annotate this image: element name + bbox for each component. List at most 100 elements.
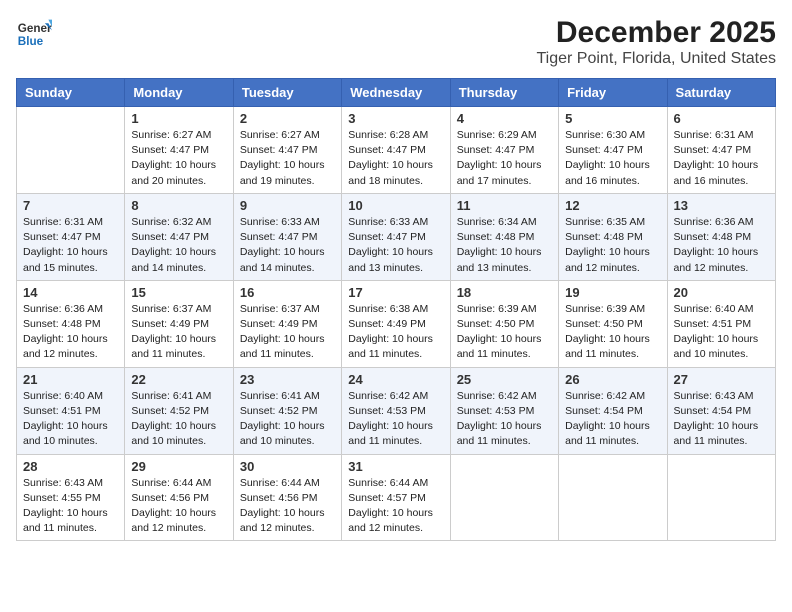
day-info: Sunrise: 6:33 AM Sunset: 4:47 PM Dayligh… [348,215,443,276]
day-info: Sunrise: 6:44 AM Sunset: 4:56 PM Dayligh… [131,476,226,537]
day-info: Sunrise: 6:40 AM Sunset: 4:51 PM Dayligh… [23,389,118,450]
calendar-cell: 8 Sunrise: 6:32 AM Sunset: 4:47 PM Daylig… [125,193,233,280]
day-number: 16 [240,285,335,300]
day-info: Sunrise: 6:39 AM Sunset: 4:50 PM Dayligh… [457,302,552,363]
day-info: Sunrise: 6:42 AM Sunset: 4:53 PM Dayligh… [457,389,552,450]
day-number: 6 [674,111,769,126]
calendar-cell: 11 Sunrise: 6:34 AM Sunset: 4:48 PM Dayli… [450,193,558,280]
calendar-cell: 12Sunrise: 6:35 AM Sunset: 4:48 PM Dayli… [559,193,667,280]
day-number: 3 [348,111,443,126]
weekday-header-tuesday: Tuesday [233,79,341,107]
calendar-cell: 27Sunrise: 6:43 AM Sunset: 4:54 PM Dayli… [667,367,775,454]
calendar-cell: 28 Sunrise: 6:43 AM Sunset: 4:55 PM Dayli… [17,454,125,541]
day-number: 7 [23,198,118,213]
calendar-cell: 23 Sunrise: 6:41 AM Sunset: 4:52 PM Dayli… [233,367,341,454]
day-info: Sunrise: 6:38 AM Sunset: 4:49 PM Dayligh… [348,302,443,363]
generalblue-logo-icon: General Blue [16,16,52,52]
day-info: Sunrise: 6:40 AM Sunset: 4:51 PM Dayligh… [674,302,769,363]
weekday-header-row: SundayMondayTuesdayWednesdayThursdayFrid… [17,79,776,107]
weekday-header-friday: Friday [559,79,667,107]
calendar-cell: 10Sunrise: 6:33 AM Sunset: 4:47 PM Dayli… [342,193,450,280]
calendar-week-row: 21Sunrise: 6:40 AM Sunset: 4:51 PM Dayli… [17,367,776,454]
day-info: Sunrise: 6:44 AM Sunset: 4:57 PM Dayligh… [348,476,443,537]
day-info: Sunrise: 6:43 AM Sunset: 4:55 PM Dayligh… [23,476,118,537]
day-number: 24 [348,372,443,387]
calendar-cell [450,454,558,541]
day-number: 1 [131,111,226,126]
day-info: Sunrise: 6:36 AM Sunset: 4:48 PM Dayligh… [674,215,769,276]
day-number: 4 [457,111,552,126]
calendar-cell [559,454,667,541]
day-info: Sunrise: 6:30 AM Sunset: 4:47 PM Dayligh… [565,128,660,189]
day-info: Sunrise: 6:44 AM Sunset: 4:56 PM Dayligh… [240,476,335,537]
day-info: Sunrise: 6:31 AM Sunset: 4:47 PM Dayligh… [23,215,118,276]
weekday-header-wednesday: Wednesday [342,79,450,107]
month-title: December 2025 [536,16,776,50]
day-info: Sunrise: 6:39 AM Sunset: 4:50 PM Dayligh… [565,302,660,363]
day-number: 18 [457,285,552,300]
calendar-cell: 15 Sunrise: 6:37 AM Sunset: 4:49 PM Dayli… [125,280,233,367]
day-info: Sunrise: 6:37 AM Sunset: 4:49 PM Dayligh… [240,302,335,363]
calendar-week-row: 28 Sunrise: 6:43 AM Sunset: 4:55 PM Dayli… [17,454,776,541]
calendar-cell: 21Sunrise: 6:40 AM Sunset: 4:51 PM Dayli… [17,367,125,454]
day-number: 23 [240,372,335,387]
day-info: Sunrise: 6:31 AM Sunset: 4:47 PM Dayligh… [674,128,769,189]
calendar-cell: 22 Sunrise: 6:41 AM Sunset: 4:52 PM Dayli… [125,367,233,454]
day-number: 5 [565,111,660,126]
weekday-header-monday: Monday [125,79,233,107]
day-number: 13 [674,198,769,213]
svg-text:Blue: Blue [18,35,44,48]
calendar-cell: 29Sunrise: 6:44 AM Sunset: 4:56 PM Dayli… [125,454,233,541]
day-info: Sunrise: 6:29 AM Sunset: 4:47 PM Dayligh… [457,128,552,189]
day-number: 14 [23,285,118,300]
calendar-cell: 7 Sunrise: 6:31 AM Sunset: 4:47 PM Daylig… [17,193,125,280]
day-info: Sunrise: 6:43 AM Sunset: 4:54 PM Dayligh… [674,389,769,450]
calendar-cell: 30Sunrise: 6:44 AM Sunset: 4:56 PM Dayli… [233,454,341,541]
day-info: Sunrise: 6:28 AM Sunset: 4:47 PM Dayligh… [348,128,443,189]
calendar-week-row: 7 Sunrise: 6:31 AM Sunset: 4:47 PM Daylig… [17,193,776,280]
day-info: Sunrise: 6:34 AM Sunset: 4:48 PM Dayligh… [457,215,552,276]
day-info: Sunrise: 6:33 AM Sunset: 4:47 PM Dayligh… [240,215,335,276]
calendar-cell: 13 Sunrise: 6:36 AM Sunset: 4:48 PM Dayli… [667,193,775,280]
day-number: 11 [457,198,552,213]
day-number: 2 [240,111,335,126]
day-number: 15 [131,285,226,300]
calendar-cell: 20 Sunrise: 6:40 AM Sunset: 4:51 PM Dayli… [667,280,775,367]
day-number: 8 [131,198,226,213]
day-info: Sunrise: 6:42 AM Sunset: 4:53 PM Dayligh… [348,389,443,450]
day-info: Sunrise: 6:27 AM Sunset: 4:47 PM Dayligh… [131,128,226,189]
calendar-cell: 17 Sunrise: 6:38 AM Sunset: 4:49 PM Dayli… [342,280,450,367]
logo: General Blue [16,16,52,52]
calendar-cell: 26 Sunrise: 6:42 AM Sunset: 4:54 PM Dayli… [559,367,667,454]
calendar-week-row: 1 Sunrise: 6:27 AM Sunset: 4:47 PM Daylig… [17,107,776,194]
calendar-cell: 6 Sunrise: 6:31 AM Sunset: 4:47 PM Daylig… [667,107,775,194]
calendar-cell: 9 Sunrise: 6:33 AM Sunset: 4:47 PM Daylig… [233,193,341,280]
day-number: 9 [240,198,335,213]
day-info: Sunrise: 6:41 AM Sunset: 4:52 PM Dayligh… [131,389,226,450]
day-number: 28 [23,459,118,474]
day-number: 20 [674,285,769,300]
calendar-table: SundayMondayTuesdayWednesdayThursdayFrid… [16,78,776,541]
location-title: Tiger Point, Florida, United States [536,50,776,68]
weekday-header-saturday: Saturday [667,79,775,107]
day-number: 17 [348,285,443,300]
day-info: Sunrise: 6:37 AM Sunset: 4:49 PM Dayligh… [131,302,226,363]
weekday-header-sunday: Sunday [17,79,125,107]
day-number: 12 [565,198,660,213]
weekday-header-thursday: Thursday [450,79,558,107]
calendar-cell: 31 Sunrise: 6:44 AM Sunset: 4:57 PM Dayli… [342,454,450,541]
day-info: Sunrise: 6:41 AM Sunset: 4:52 PM Dayligh… [240,389,335,450]
day-number: 22 [131,372,226,387]
calendar-cell: 2 Sunrise: 6:27 AM Sunset: 4:47 PM Daylig… [233,107,341,194]
day-number: 26 [565,372,660,387]
day-info: Sunrise: 6:42 AM Sunset: 4:54 PM Dayligh… [565,389,660,450]
calendar-cell: 4 Sunrise: 6:29 AM Sunset: 4:47 PM Daylig… [450,107,558,194]
day-info: Sunrise: 6:36 AM Sunset: 4:48 PM Dayligh… [23,302,118,363]
calendar-cell: 14 Sunrise: 6:36 AM Sunset: 4:48 PM Dayli… [17,280,125,367]
calendar-week-row: 14 Sunrise: 6:36 AM Sunset: 4:48 PM Dayli… [17,280,776,367]
day-info: Sunrise: 6:27 AM Sunset: 4:47 PM Dayligh… [240,128,335,189]
day-info: Sunrise: 6:32 AM Sunset: 4:47 PM Dayligh… [131,215,226,276]
calendar-title-area: December 2025 Tiger Point, Florida, Unit… [536,16,776,68]
day-number: 19 [565,285,660,300]
day-number: 31 [348,459,443,474]
